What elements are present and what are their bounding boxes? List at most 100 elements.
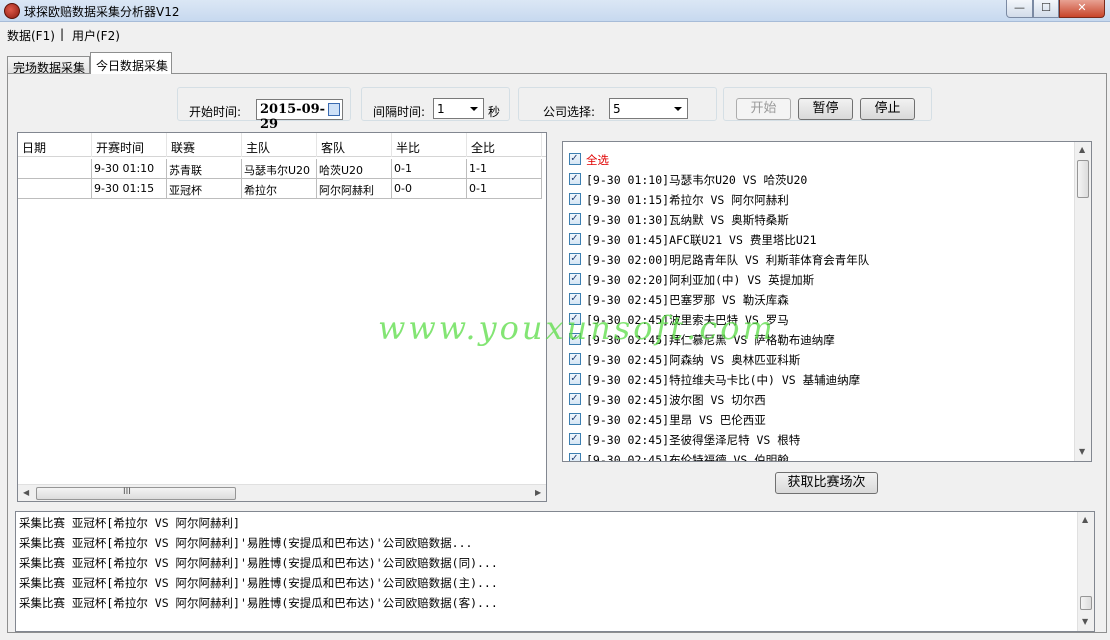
- company-select[interactable]: 5: [609, 98, 688, 119]
- start-date-picker[interactable]: 2015-09-29: [256, 99, 343, 132]
- table-row[interactable]: 9-30 01:15 亚冠杯 希拉尔 阿尔阿赫利 0-0 0-1: [18, 179, 546, 199]
- company-label: 公司选择:: [543, 105, 596, 119]
- list-item[interactable]: [9-30 02:20]阿利亚加(中) VS 英提加斯: [568, 269, 1073, 289]
- match-label: [9-30 02:20]阿利亚加(中) VS 英提加斯: [586, 273, 815, 287]
- table-cell: 0-1: [467, 179, 542, 199]
- column-header[interactable]: 客队: [317, 133, 392, 157]
- watermark: www.youxunsoft.com: [378, 309, 776, 347]
- checkbox[interactable]: [569, 431, 581, 445]
- chevron-down-icon: [470, 107, 478, 111]
- interval-unit: 秒: [488, 105, 501, 119]
- table-cell: 0-1: [392, 159, 467, 179]
- log-line: 采集比赛 亚冠杯[希拉尔 VS 阿尔阿赫利]: [19, 516, 240, 530]
- table-cell: 1-1: [467, 159, 542, 179]
- checkbox[interactable]: [569, 211, 581, 225]
- stop-button[interactable]: 停止: [860, 98, 915, 120]
- maximize-button[interactable]: ☐: [1033, 0, 1059, 18]
- table-cell: [18, 179, 92, 199]
- checkbox[interactable]: [569, 271, 581, 285]
- checkbox[interactable]: [569, 391, 581, 405]
- log-line: 采集比赛 亚冠杯[希拉尔 VS 阿尔阿赫利]'易胜博(安提瓜和巴布达)'公司欧赔…: [19, 576, 498, 590]
- log-line: 采集比赛 亚冠杯[希拉尔 VS 阿尔阿赫利]'易胜博(安提瓜和巴布达)'公司欧赔…: [19, 556, 498, 570]
- list-item[interactable]: [9-30 01:10]马瑟韦尔U20 VS 哈茨U20: [568, 169, 1073, 189]
- scroll-up-icon[interactable]: ▲: [1079, 145, 1085, 154]
- column-header[interactable]: 半比: [392, 133, 467, 157]
- list-item[interactable]: [9-30 02:45]里昂 VS 巴伦西亚: [568, 409, 1073, 429]
- list-item[interactable]: [9-30 01:45]AFC联U21 VS 费里塔比U21: [568, 229, 1073, 249]
- table-cell: 阿尔阿赫利: [317, 179, 392, 199]
- company-value: 5: [613, 102, 621, 116]
- interval-select[interactable]: 1: [433, 98, 484, 119]
- grid-header: 日期 开赛时间 联赛 主队 客队 半比 全比: [18, 133, 546, 157]
- list-item[interactable]: [9-30 02:45]阿森纳 VS 奥林匹亚科斯: [568, 349, 1073, 369]
- checkbox[interactable]: [569, 251, 581, 265]
- checkbox[interactable]: [569, 171, 581, 185]
- column-header[interactable]: 日期: [18, 133, 92, 157]
- log-output[interactable]: 采集比赛 亚冠杯[希拉尔 VS 阿尔阿赫利] 采集比赛 亚冠杯[希拉尔 VS 阿…: [15, 511, 1095, 632]
- menu-user[interactable]: 用户(F2): [72, 27, 120, 44]
- scroll-up-icon[interactable]: ▲: [1082, 515, 1088, 524]
- title-bar[interactable]: 球探欧赔数据采集分析器V12 — ☐ ✕: [0, 0, 1110, 22]
- checkbox[interactable]: [569, 371, 581, 385]
- list-item[interactable]: [9-30 02:45]布伦特福德 VS 伯明翰: [568, 449, 1073, 461]
- scroll-thumb[interactable]: [1077, 160, 1089, 198]
- start-button[interactable]: 开始: [736, 98, 791, 120]
- menu-bar: 数据(F1) | 用户(F2): [0, 24, 1110, 46]
- match-label: [9-30 02:00]明尼路青年队 VS 利斯菲体育会青年队: [586, 253, 870, 267]
- column-header[interactable]: 主队: [242, 133, 317, 157]
- scroll-right-icon[interactable]: ▶: [535, 488, 541, 497]
- checkbox[interactable]: [569, 151, 581, 165]
- calendar-icon[interactable]: [328, 103, 340, 116]
- column-header[interactable]: 开赛时间: [92, 133, 167, 157]
- minimize-button[interactable]: —: [1006, 0, 1033, 18]
- fetch-matches-button[interactable]: 获取比赛场次: [775, 472, 878, 494]
- scroll-down-icon[interactable]: ▼: [1082, 617, 1088, 626]
- column-header[interactable]: 联赛: [167, 133, 242, 157]
- list-item[interactable]: [9-30 02:45]巴塞罗那 VS 勒沃库森: [568, 289, 1073, 309]
- match-label: [9-30 02:45]里昂 VS 巴伦西亚: [586, 413, 766, 427]
- grid-horizontal-scrollbar[interactable]: ◀ III ▶: [18, 484, 546, 501]
- list-item[interactable]: [9-30 01:30]瓦纳默 VS 奥斯特桑斯: [568, 209, 1073, 229]
- menu-data[interactable]: 数据(F1): [7, 27, 55, 44]
- match-label: [9-30 01:10]马瑟韦尔U20 VS 哈茨U20: [586, 173, 808, 187]
- match-checklist[interactable]: 全选 [9-30 01:10]马瑟韦尔U20 VS 哈茨U20 [9-30 01…: [562, 141, 1092, 462]
- list-item[interactable]: [9-30 02:00]明尼路青年队 VS 利斯菲体育会青年队: [568, 249, 1073, 269]
- match-label: [9-30 02:45]阿森纳 VS 奥林匹亚科斯: [586, 353, 801, 367]
- list-item[interactable]: [9-30 02:45]圣彼得堡泽尼特 VS 根特: [568, 429, 1073, 449]
- window-title: 球探欧赔数据采集分析器V12: [24, 5, 180, 19]
- match-label: [9-30 01:45]AFC联U21 VS 费里塔比U21: [586, 233, 817, 247]
- pause-button[interactable]: 暂停: [798, 98, 853, 120]
- table-cell: 亚冠杯: [167, 179, 242, 199]
- log-vertical-scrollbar[interactable]: ▲ ▼: [1077, 512, 1094, 631]
- scroll-thumb[interactable]: III: [36, 487, 236, 500]
- select-all-item[interactable]: 全选: [568, 149, 1073, 169]
- list-item[interactable]: [9-30 01:15]希拉尔 VS 阿尔阿赫利: [568, 189, 1073, 209]
- checkbox[interactable]: [569, 231, 581, 245]
- close-button[interactable]: ✕: [1059, 0, 1105, 18]
- match-label: [9-30 02:45]圣彼得堡泽尼特 VS 根特: [586, 433, 801, 447]
- list-item[interactable]: [9-30 02:45]特拉维夫马卡比(中) VS 基辅迪纳摩: [568, 369, 1073, 389]
- checkbox[interactable]: [569, 451, 581, 461]
- column-header[interactable]: 全比: [467, 133, 542, 157]
- tab-finished-collection[interactable]: 完场数据采集: [7, 56, 90, 75]
- interval-value: 1: [437, 102, 445, 116]
- checkbox[interactable]: [569, 291, 581, 305]
- menu-separator: |: [60, 27, 65, 41]
- table-cell: 希拉尔: [242, 179, 317, 199]
- checkbox[interactable]: [569, 351, 581, 365]
- match-label: [9-30 01:15]希拉尔 VS 阿尔阿赫利: [586, 193, 789, 207]
- checkbox[interactable]: [569, 191, 581, 205]
- table-cell: 哈茨U20: [317, 159, 392, 179]
- checkbox[interactable]: [569, 411, 581, 425]
- list-vertical-scrollbar[interactable]: ▲ ▼: [1074, 142, 1091, 461]
- match-label: [9-30 01:30]瓦纳默 VS 奥斯特桑斯: [586, 213, 789, 227]
- scroll-left-icon[interactable]: ◀: [23, 488, 29, 497]
- table-row[interactable]: 9-30 01:10 苏青联 马瑟韦尔U20 哈茨U20 0-1 1-1: [18, 159, 546, 179]
- list-item[interactable]: [9-30 02:45]波尔图 VS 切尔西: [568, 389, 1073, 409]
- scroll-thumb[interactable]: [1080, 596, 1092, 610]
- table-cell: 苏青联: [167, 159, 242, 179]
- start-time-label: 开始时间:: [189, 105, 242, 119]
- scroll-down-icon[interactable]: ▼: [1079, 447, 1085, 456]
- log-line: 采集比赛 亚冠杯[希拉尔 VS 阿尔阿赫利]'易胜博(安提瓜和巴布达)'公司欧赔…: [19, 596, 498, 610]
- tab-today-collection[interactable]: 今日数据采集: [90, 52, 172, 74]
